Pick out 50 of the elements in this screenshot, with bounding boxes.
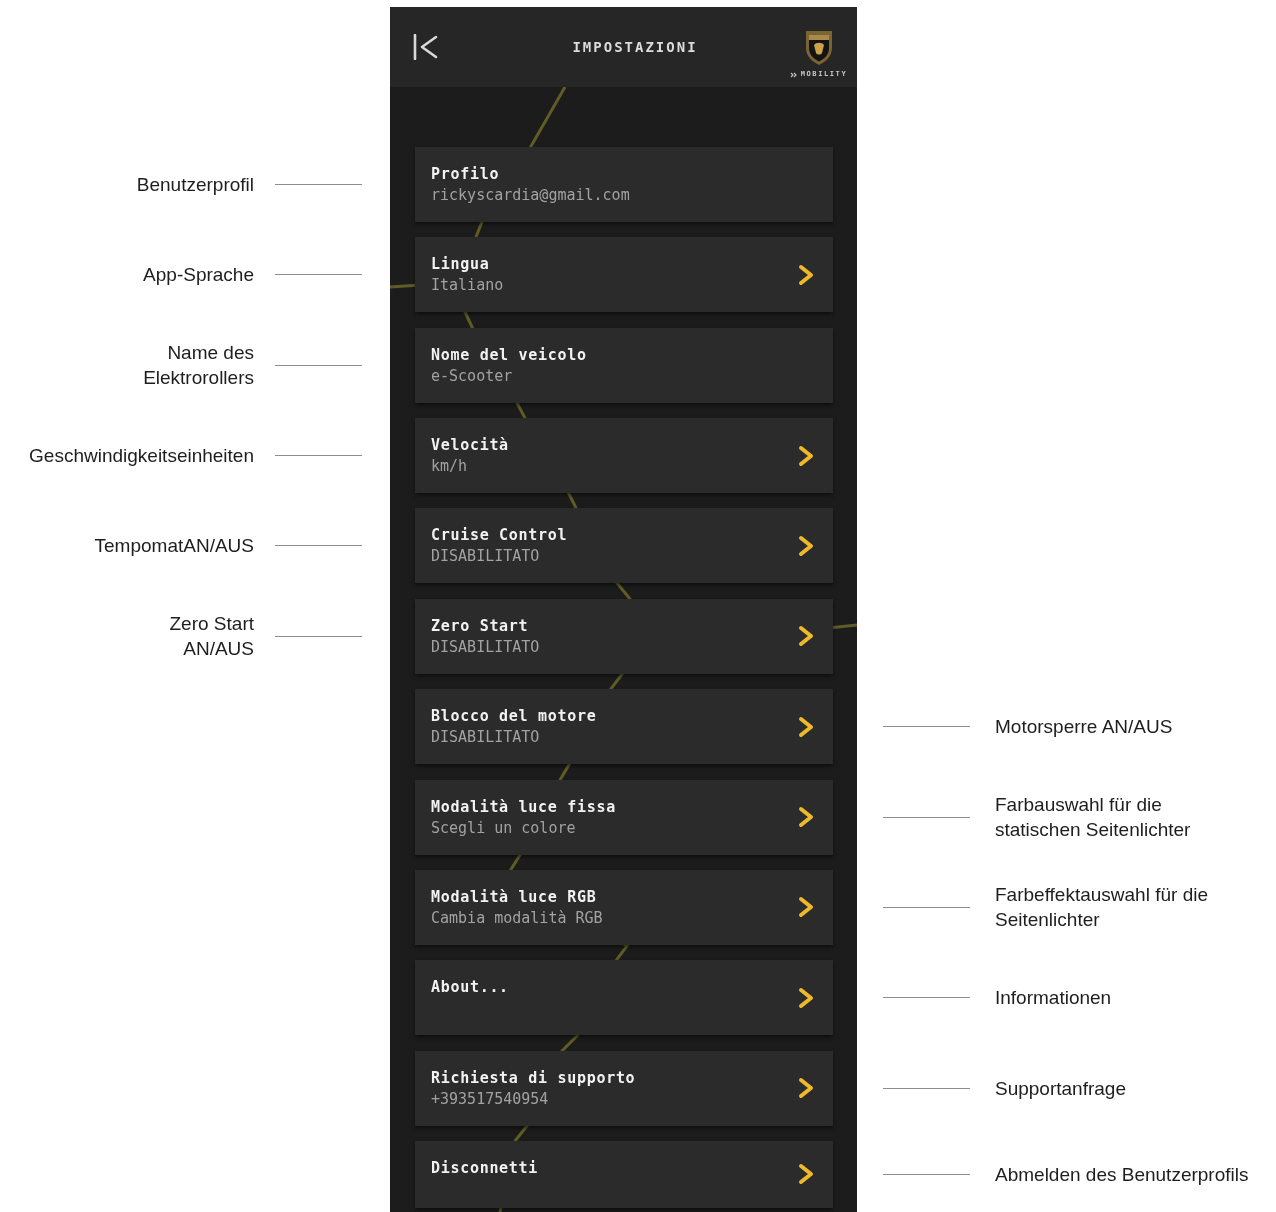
settings-row[interactable]: Modalità luce RGB Cambia modalità RGB bbox=[415, 869, 833, 945]
settings-row[interactable]: Lingua Italiano bbox=[415, 237, 833, 313]
annotation-label: TempomatAN/AUS bbox=[94, 534, 254, 559]
setting-label: Disconnetti bbox=[431, 1157, 539, 1178]
chevrons-icon bbox=[789, 71, 798, 78]
screen-title: IMPOSTAZIONI bbox=[572, 39, 698, 55]
annotation-label: Zero Start AN/AUS bbox=[169, 612, 254, 662]
settings-row[interactable]: Profilo rickyscardia@gmail.com bbox=[415, 147, 833, 222]
annotation-label: Motorsperre AN/AUS bbox=[995, 715, 1173, 740]
settings-row[interactable]: Nome del veicolo e-Scooter bbox=[415, 327, 833, 403]
annotation-label: Geschwindigkeitseinheiten bbox=[29, 444, 254, 469]
annotation-label: App-Sprache bbox=[143, 263, 254, 288]
annotation-label: Abmelden des Benutzerprofils bbox=[995, 1162, 1249, 1187]
settings-row[interactable]: Blocco del motore DISABILITATO bbox=[415, 689, 833, 765]
setting-label: Blocco del motore bbox=[431, 706, 597, 727]
setting-label: Profilo bbox=[431, 164, 501, 184]
setting-label: Nome del veicolo bbox=[431, 344, 587, 365]
settings-row[interactable]: Disconnetti bbox=[415, 1140, 833, 1208]
annotation-label: Benutzerprofil bbox=[136, 173, 254, 197]
annotation-label: Farbeffektauswahl für die Seitenlichter bbox=[995, 883, 1208, 933]
annotation-label: Name des Elektrorollers bbox=[143, 341, 254, 391]
setting-value: DISABILITATO bbox=[431, 727, 541, 748]
shield-icon bbox=[804, 30, 833, 66]
settings-row[interactable]: Richiesta di supporto +393517540954 bbox=[415, 1050, 833, 1126]
setting-label: Lingua bbox=[431, 254, 491, 275]
annotation-label: Informationen bbox=[995, 986, 1112, 1011]
setting-label: Zero Start bbox=[431, 615, 530, 636]
setting-label: Cruise Control bbox=[431, 525, 568, 546]
setting-value: Cambia modalità RGB bbox=[431, 907, 603, 928]
setting-value: Italiano bbox=[431, 275, 504, 296]
setting-label: About... bbox=[431, 977, 509, 998]
setting-label: Modalità luce fissa bbox=[431, 796, 616, 817]
annotation-label: Supportanfrage bbox=[995, 1076, 1126, 1101]
setting-value: +393517540954 bbox=[431, 1088, 550, 1109]
back-icon[interactable] bbox=[413, 34, 439, 60]
annotation-label: Farbauswahl für die statischen Seitenlichter bbox=[995, 793, 1191, 842]
setting-value: km/h bbox=[431, 456, 469, 477]
settings-row[interactable]: Cruise Control DISABILITATO bbox=[415, 508, 833, 584]
setting-value: Scegli un colore bbox=[431, 817, 577, 838]
setting-value: DISABILITATO bbox=[431, 546, 541, 567]
setting-label: Velocità bbox=[431, 435, 509, 456]
settings-row[interactable]: About... bbox=[415, 960, 833, 1036]
setting-label: Modalità luce RGB bbox=[431, 886, 598, 907]
settings-row[interactable]: Zero Start DISABILITATO bbox=[415, 598, 833, 674]
setting-value: e-Scooter bbox=[431, 365, 514, 386]
setting-value: rickyscardia@gmail.com bbox=[431, 185, 630, 205]
setting-value: DISABILITATO bbox=[431, 636, 540, 657]
settings-row[interactable]: Modalità luce fissa Scegli un colore bbox=[415, 779, 833, 855]
settings-row[interactable]: Velocità km/h bbox=[415, 418, 833, 494]
setting-label: Richiesta di supporto bbox=[431, 1067, 636, 1088]
